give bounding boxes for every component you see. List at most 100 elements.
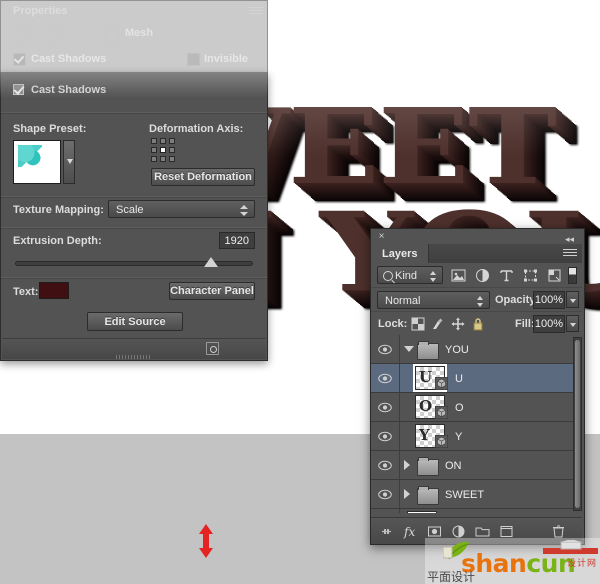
extrusion-depth-slider-thumb[interactable] [204,257,218,267]
extrusion-depth-value[interactable]: 1920 [219,232,255,249]
eye-icon[interactable] [378,402,392,413]
watermark-subtitle: 平面设计 [427,570,476,584]
character-panel-button[interactable]: Character Panel [169,282,255,300]
eye-icon[interactable] [378,344,392,355]
properties-panel-resize-grip[interactable] [116,355,152,359]
filter-enable-toggle[interactable] [568,267,577,284]
cast-shadows-row: Cast Shadows [1,82,267,106]
divider-2 [1,196,267,198]
text-color-swatch[interactable] [39,282,69,299]
ghost-invisible-checkbox[interactable] [187,53,200,66]
layer-row-y[interactable]: Y Y [371,422,582,451]
layer-row-on-group[interactable]: ON [371,451,582,480]
extrusion-depth-label: Extrusion Depth: [13,235,102,247]
lock-position-icon[interactable] [451,317,465,331]
red-double-arrow-annotation [198,524,214,558]
pixel-filter-icon[interactable] [451,268,466,283]
layer-row-background[interactable]: Background [371,509,582,513]
fill-value[interactable]: 100% [533,315,565,333]
layer-row-o[interactable]: O O [371,393,582,422]
layers-list: YOU U U O O Y Y ON SWEET [371,335,582,513]
blend-mode-select[interactable]: Normal [377,291,490,309]
filter-kind-label: Kind [395,270,418,282]
3d-layer-badge-icon [434,376,449,391]
edit-source-button[interactable]: Edit Source [87,312,183,331]
layers-lock-row: Lock: Fill: 100% [371,311,582,337]
adjustment-layer-icon[interactable] [451,524,466,539]
layer-thumbnail[interactable] [407,511,437,513]
watermark-brand: shancun [461,549,576,578]
mesh-tab-label[interactable]: Mesh [125,27,153,39]
filter-kind-select[interactable]: Kind [377,266,443,284]
eye-icon[interactable] [378,373,392,384]
properties-panel-title: Properties [13,5,68,17]
divider-3 [1,227,267,229]
smartobject-filter-icon[interactable] [547,268,562,283]
link-layers-icon[interactable] [379,524,394,539]
texture-mapping-select[interactable]: Scale [108,200,255,218]
layer-row-sweet-group[interactable]: SWEET [371,480,582,509]
eye-icon[interactable] [378,431,392,442]
close-icon[interactable]: × [377,232,386,242]
mesh-tab-icon [104,27,120,43]
texture-mapping-label: Texture Mapping: [13,204,104,216]
folder-icon [417,341,439,360]
group-collapse-triangle-icon[interactable] [404,489,410,499]
layers-list-scrollbar[interactable] [573,337,582,511]
shape-preset-dropdown-arrow[interactable] [63,140,75,184]
shape-filter-icon[interactable] [523,268,538,283]
layer-name: Y [455,431,463,443]
new-group-icon[interactable] [475,524,490,539]
properties-tab-row: Mesh [1,23,267,47]
properties-panel-body: Cast Shadows Shape Preset: Deformation A… [0,72,268,361]
deformation-axis-label: Deformation Axis: [149,123,244,135]
opacity-dropdown-icon[interactable] [566,291,579,308]
layer-mask-icon[interactable] [427,524,442,539]
filter-kind-chevron-icon [430,271,437,282]
reset-deformation-button[interactable]: Reset Deformation [151,168,255,186]
lock-all-icon[interactable] [471,317,485,331]
layer-name: ON [445,460,462,472]
opacity-value[interactable]: 100% [533,291,565,309]
delete-layer-icon[interactable] [551,524,566,539]
properties-menu-icon[interactable] [249,7,263,17]
tab-layers[interactable]: Layers [371,244,430,263]
collapse-panel-icon[interactable]: ◂◂ [565,234,578,244]
layer-thumb-glyph: O [419,397,433,415]
ghost-invisible-label: Invisible [204,53,249,65]
render-settings-icon[interactable] [206,342,219,355]
layers-blend-row: Normal Opacity: 100% [371,287,582,312]
watermark-side-text: 设计网 [566,558,597,568]
fill-dropdown-icon[interactable] [566,315,579,332]
layers-tab-bar: Layers [371,244,582,264]
visibility-column [371,509,400,513]
layer-style-icon[interactable]: fx [403,524,418,539]
site-watermark: shancun 平面设计 设计网 [425,538,600,584]
properties-panel: Properties Mesh Cast Shadows Invisible C… [0,0,268,361]
layer-name: O [455,402,464,414]
layer-name: YOU [445,344,469,356]
deformation-axis-grid[interactable] [151,138,177,164]
group-expand-triangle-icon[interactable] [404,346,414,352]
shape-preset-thumbnail[interactable] [13,140,61,184]
eye-icon[interactable] [378,460,392,471]
layer-name: SWEET [445,489,485,501]
material-icon [47,27,63,43]
lock-transparent-pixels-icon[interactable] [411,317,425,331]
layers-panel-menu-icon[interactable] [563,249,577,258]
layer-row-u[interactable]: U U [371,364,582,393]
layer-row-you-group[interactable]: YOU [371,335,582,364]
scrollbar-thumb[interactable] [575,340,580,508]
eye-icon[interactable] [378,489,392,500]
adjustment-filter-icon[interactable] [475,268,490,283]
lock-image-pixels-icon[interactable] [431,317,445,331]
blend-mode-value: Normal [385,295,421,307]
fill-label: Fill: [515,318,535,330]
type-filter-icon[interactable] [499,268,514,283]
group-collapse-triangle-icon[interactable] [404,460,410,470]
divider-1 [1,112,267,114]
layers-panel: × ◂◂ Layers Kind Normal Opacity: 100% Lo… [370,228,585,545]
new-layer-icon[interactable] [499,524,514,539]
cast-shadows-checkbox[interactable] [13,84,24,95]
ghost-cast-shadows-checkbox[interactable] [13,53,26,66]
